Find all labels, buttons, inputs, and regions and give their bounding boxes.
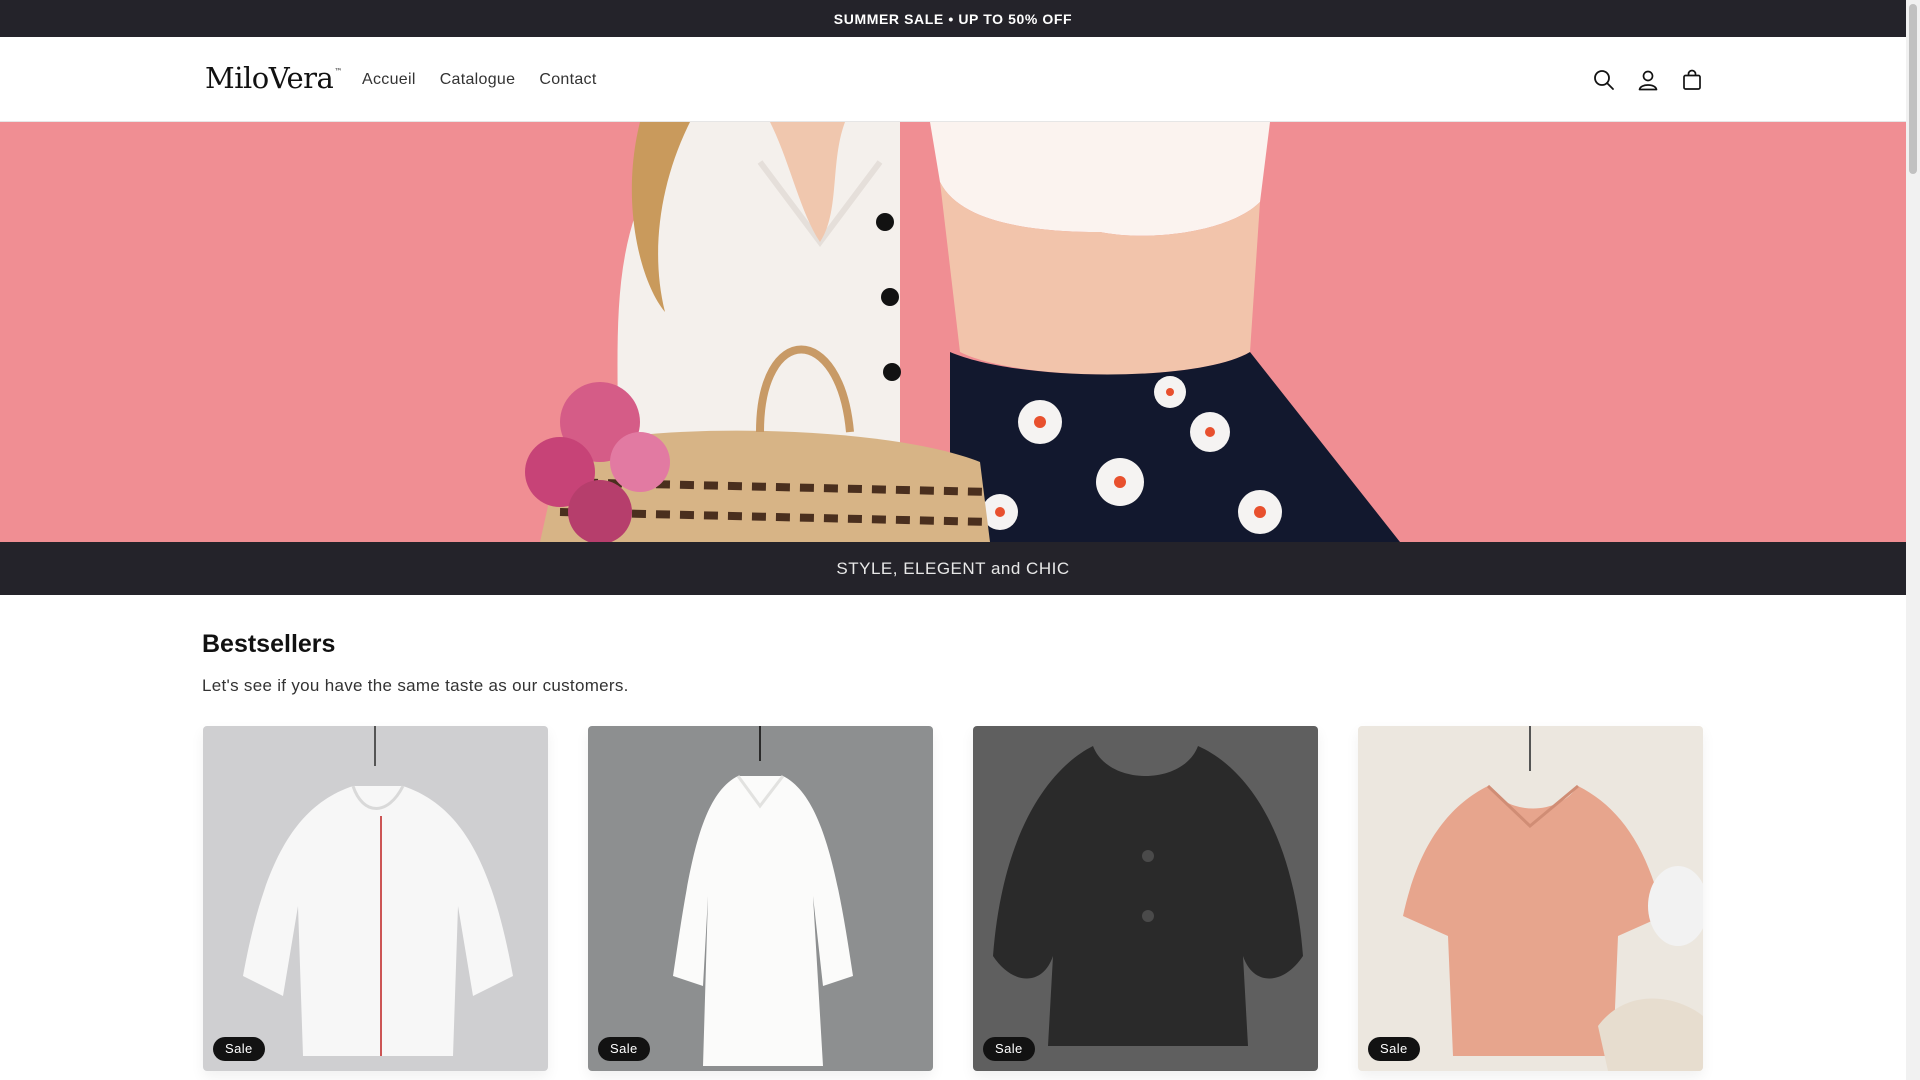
nav-item-accueil[interactable]: Accueil xyxy=(350,71,428,89)
product-card[interactable]: Sale xyxy=(1358,726,1703,1071)
main-nav: Accueil Catalogue Contact xyxy=(350,37,609,122)
sale-badge: Sale xyxy=(598,1037,650,1061)
product-image xyxy=(1358,726,1703,1071)
logo-trademark: ™ xyxy=(334,67,342,76)
logo-text: MiloVera xyxy=(205,61,334,95)
sale-badge: Sale xyxy=(1368,1037,1420,1061)
product-image xyxy=(588,726,933,1071)
product-card[interactable]: Sale xyxy=(203,726,548,1071)
announcement-bar: SUMMER SALE • UP TO 50% OFF xyxy=(0,0,1906,37)
logo[interactable]: MiloVera ™ xyxy=(205,61,342,97)
scrollbar-thumb[interactable] xyxy=(1909,4,1917,174)
section-title: Bestsellers xyxy=(202,630,336,658)
product-image xyxy=(203,726,548,1071)
tagline-bar: STYLE, ELEGENT and CHIC xyxy=(0,542,1906,595)
product-card[interactable]: Sale xyxy=(973,726,1318,1071)
header-icons xyxy=(1582,37,1714,122)
tagline-text: STYLE, ELEGENT and CHIC xyxy=(836,558,1070,578)
announcement-text: SUMMER SALE • UP TO 50% OFF xyxy=(833,10,1073,27)
cart-icon[interactable] xyxy=(1670,58,1714,102)
nav-item-contact[interactable]: Contact xyxy=(527,71,608,89)
scrollbar[interactable] xyxy=(1906,0,1920,1080)
product-image xyxy=(973,726,1318,1071)
account-icon[interactable] xyxy=(1626,58,1670,102)
section-subtitle: Let's see if you have the same taste as … xyxy=(202,676,629,695)
search-icon[interactable] xyxy=(1582,58,1626,102)
nav-item-catalogue[interactable]: Catalogue xyxy=(428,71,528,89)
hero-banner-image xyxy=(0,122,1906,542)
site-header: MiloVera ™ Accueil Catalogue Contact xyxy=(0,37,1906,122)
product-card[interactable]: Sale xyxy=(588,726,933,1071)
sale-badge: Sale xyxy=(213,1037,265,1061)
sale-badge: Sale xyxy=(983,1037,1035,1061)
